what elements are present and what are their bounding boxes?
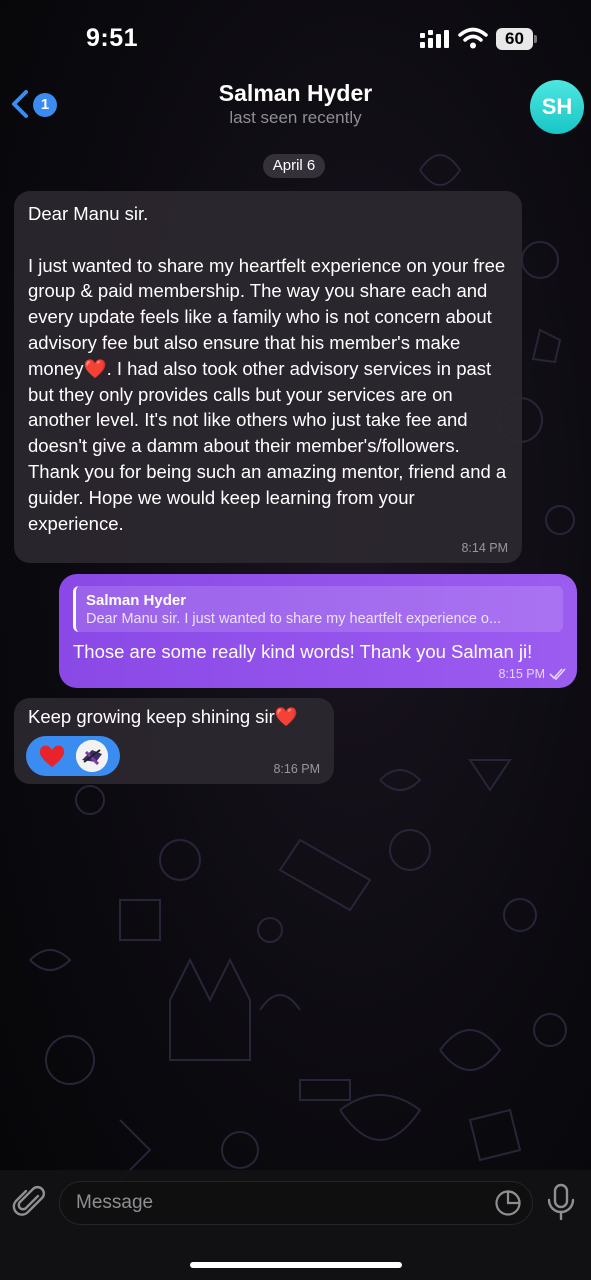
status-time: 9:51 xyxy=(86,24,139,52)
message-input[interactable] xyxy=(76,1182,476,1224)
reply-author: Salman Hyder xyxy=(86,592,187,609)
status-bar: 9:51 60 xyxy=(0,0,591,70)
message-text: Keep growing keep shining sir❤️ xyxy=(28,706,298,727)
read-checkmarks-icon xyxy=(549,668,566,680)
message-text: Those are some really kind words! Thank … xyxy=(73,641,533,662)
last-seen-status: last seen recently xyxy=(229,108,362,127)
heart-reaction-icon xyxy=(39,745,65,767)
sticker-icon[interactable] xyxy=(494,1189,522,1217)
heart-emoji: ❤️ xyxy=(83,357,107,379)
wifi-icon xyxy=(458,27,488,49)
reply-snippet: Dear Manu sir. I just wanted to share my… xyxy=(86,611,502,627)
reaction-pill[interactable] xyxy=(26,736,120,776)
paperclip-icon[interactable] xyxy=(12,1184,48,1220)
battery-icon: 60 xyxy=(496,28,537,50)
contact-avatar[interactable]: SH xyxy=(530,80,584,134)
message-timestamp: 8:15 PM xyxy=(498,667,545,681)
message-text: Dear Manu sir. I just wanted to share my… xyxy=(28,203,507,534)
reply-quote[interactable]: Salman Hyder Dear Manu sir. I just wante… xyxy=(73,586,563,632)
chat-header: 1 Salman Hyder last seen recently SH xyxy=(0,70,591,136)
message-timestamp: 8:16 PM xyxy=(273,762,320,776)
heart-emoji: ❤️ xyxy=(274,706,298,727)
chat-title[interactable]: Salman Hyder xyxy=(0,80,591,107)
cellular-signal-icon xyxy=(420,30,449,48)
microphone-icon[interactable] xyxy=(546,1183,576,1221)
incoming-message[interactable]: Dear Manu sir. I just wanted to share my… xyxy=(14,191,522,563)
home-indicator xyxy=(190,1262,402,1268)
composer-bar xyxy=(0,1170,591,1280)
reactor-avatar xyxy=(76,740,108,772)
message-field[interactable] xyxy=(59,1181,533,1225)
battery-level: 60 xyxy=(496,28,533,50)
message-timestamp: 8:14 PM xyxy=(461,541,508,555)
incoming-message[interactable]: Keep growing keep shining sir❤️ 8:16 PM xyxy=(14,698,334,784)
outgoing-message[interactable]: Salman Hyder Dear Manu sir. I just wante… xyxy=(59,574,577,688)
date-separator: April 6 xyxy=(263,154,325,178)
